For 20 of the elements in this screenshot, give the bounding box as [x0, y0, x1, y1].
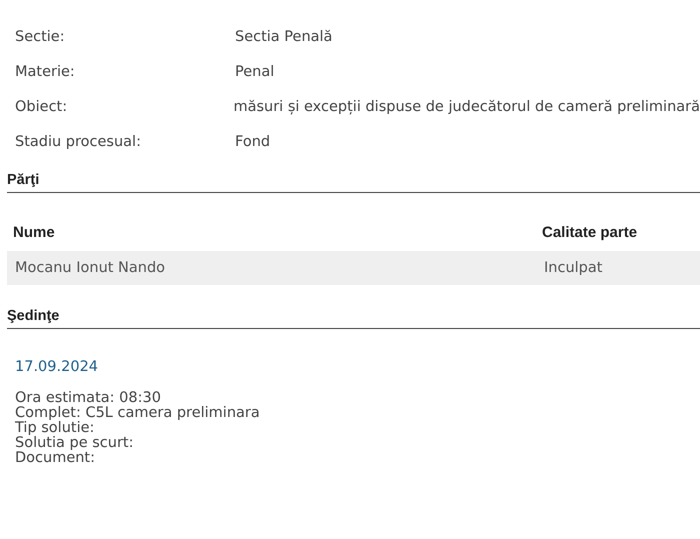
field-label: Stadiu procesual: [15, 134, 142, 150]
field-label: Obiect: [15, 98, 68, 114]
field-label: Sectie: [15, 28, 66, 44]
field-value: Penal [235, 64, 274, 80]
table-cell: Inculpat [536, 251, 700, 285]
hearing-detail: Solutia pe scurt: [15, 436, 134, 451]
table-cell: Mocanu Ionut Nando [7, 251, 536, 285]
column-header: Nume [7, 217, 536, 251]
hearing-detail: Complet: C5L camera preliminara [15, 406, 261, 421]
hearing-date: 17.09.2024 [15, 359, 98, 375]
section-title: Şedinţe [7, 308, 60, 324]
section-title: Părţi [7, 172, 40, 188]
field-value: Sectia Penală [235, 28, 332, 44]
field-value: măsuri și excepții dispuse de judecătorul de cameră preliminară [233, 98, 700, 114]
field-label: Materie: [15, 64, 76, 80]
hearing-detail: Tip solutie: [15, 421, 96, 436]
field-value: Fond [235, 134, 270, 150]
column-header: Calitate parte [536, 217, 700, 251]
hearing-detail: Document: [15, 451, 96, 466]
hearing-detail: Ora estimata: 08:30 [15, 391, 162, 406]
